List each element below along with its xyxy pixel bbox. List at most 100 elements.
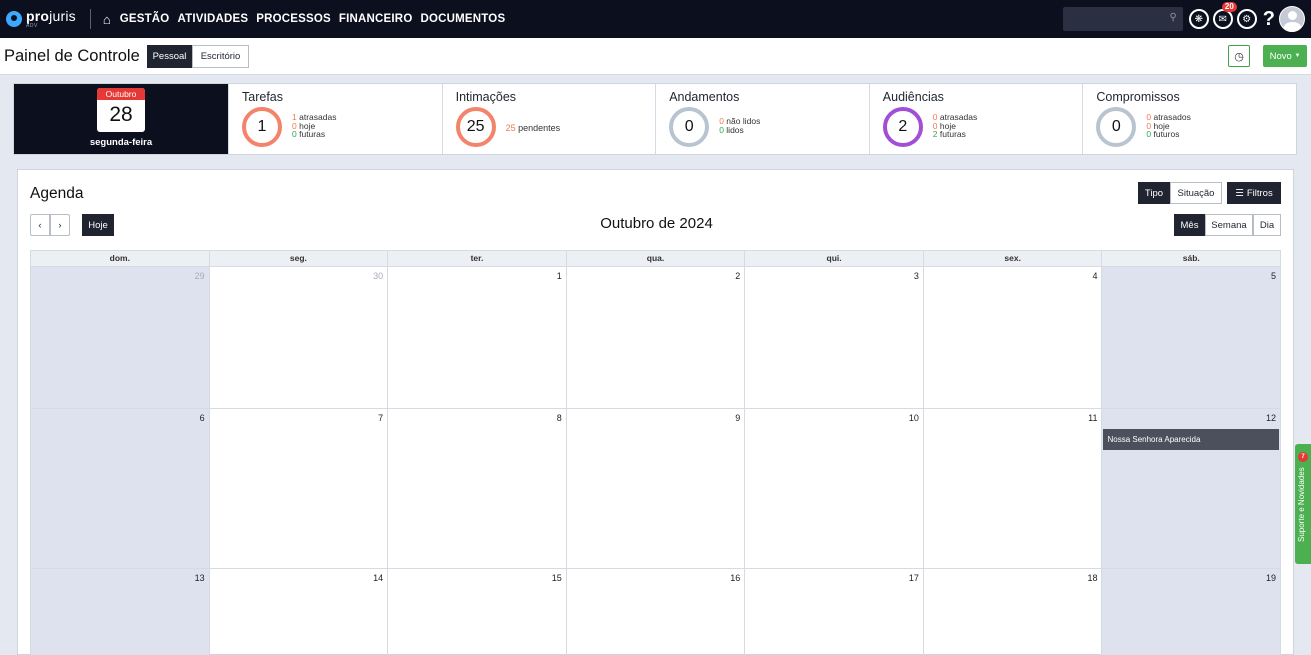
search-icon: ⚲ bbox=[1169, 12, 1177, 23]
settings-button[interactable]: ⚙ bbox=[1236, 9, 1257, 29]
home-icon[interactable]: ⌂ bbox=[103, 12, 111, 27]
day-number: 13 bbox=[194, 573, 205, 583]
nav-documentos[interactable]: DOCUMENTOS bbox=[420, 13, 505, 25]
calendar-month-title: Outubro de 2024 bbox=[600, 215, 713, 232]
day-number: 14 bbox=[373, 573, 384, 583]
stat-ring: 0 bbox=[1096, 107, 1137, 147]
filter-tipo-button[interactable]: Tipo bbox=[1138, 182, 1170, 204]
filtros-button[interactable]: ☰ Filtros bbox=[1227, 182, 1281, 204]
nav-financeiro[interactable]: FINANCEIRO bbox=[339, 13, 413, 25]
agenda-panel: Agenda Tipo Situação ☰ Filtros ‹ › Hoje O… bbox=[17, 169, 1294, 655]
summary-strip: Outubro 28 segunda-feira Tarefas 1 1 atr… bbox=[13, 83, 1297, 155]
clock-icon: ◷ bbox=[1234, 50, 1244, 63]
weekday-header: sáb. bbox=[1101, 251, 1280, 266]
calendar-day-cell[interactable]: 19 bbox=[1102, 569, 1282, 655]
calendar-day-cell[interactable]: 1 bbox=[388, 267, 567, 409]
brand-subtitle: ADV bbox=[26, 23, 38, 29]
global-search-input[interactable]: ⚲ bbox=[1062, 7, 1183, 31]
help-icon[interactable]: ? bbox=[1263, 8, 1275, 31]
day-number: 9 bbox=[735, 413, 741, 423]
filter-situacao-button[interactable]: Situação bbox=[1170, 182, 1222, 204]
notification-badge: 20 bbox=[1221, 2, 1237, 12]
stat-ring: 1 bbox=[242, 107, 282, 147]
calendar-day-cell[interactable]: 15 bbox=[388, 569, 567, 655]
calendar-week-row: 29 30 1 2 3 4 5 bbox=[30, 267, 1282, 409]
date-day: 28 bbox=[109, 103, 133, 126]
calendar-day-cell[interactable]: 3 bbox=[745, 267, 924, 409]
apps-button[interactable]: ❋ bbox=[1188, 9, 1209, 29]
history-button[interactable]: ◷ bbox=[1228, 45, 1250, 67]
calendar-day-cell[interactable]: 29 bbox=[31, 267, 210, 409]
calendar-week-row: 6 7 8 9 10 11 12 Nossa Senhora Aparecida bbox=[30, 409, 1282, 569]
weekday-header: dom. bbox=[109, 253, 130, 263]
day-number: 2 bbox=[735, 271, 741, 281]
weekday-header: qui. bbox=[744, 251, 923, 266]
calendar-day-cell[interactable]: 4 bbox=[923, 267, 1103, 409]
weekday-header: seg. bbox=[208, 251, 388, 266]
brand-name: projuris bbox=[26, 8, 76, 24]
tab-escritorio[interactable]: Escritório bbox=[192, 45, 249, 68]
day-number: 5 bbox=[1271, 271, 1277, 281]
calendar-day-cell[interactable]: 17 bbox=[745, 569, 924, 655]
nav-atividades[interactable]: ATIVIDADES bbox=[177, 13, 248, 25]
calendar-day-cell[interactable]: 12 Nossa Senhora Aparecida bbox=[1102, 409, 1282, 569]
stat-ring: 2 bbox=[882, 107, 923, 147]
top-navbar: projuris ADV ⌂ GESTÃO ATIVIDADES PROCESS… bbox=[0, 0, 1311, 38]
grid-icon: ❋ bbox=[1194, 13, 1203, 25]
stat-title: Audiências bbox=[882, 90, 944, 104]
agenda-title: Agenda bbox=[30, 185, 84, 202]
calendar-day-cell[interactable]: 2 bbox=[566, 267, 746, 409]
stat-tarefas[interactable]: Tarefas 1 1 atrasadas 0 hoje 0 futuras bbox=[228, 84, 442, 154]
view-month-button[interactable]: Mês bbox=[1174, 214, 1205, 236]
day-number: 19 bbox=[1266, 573, 1277, 583]
messages-button[interactable]: ✉ 20 bbox=[1212, 2, 1237, 29]
day-number: 12 bbox=[1266, 413, 1277, 423]
nav-processos[interactable]: PROCESSOS bbox=[256, 13, 331, 25]
calendar-day-cell[interactable]: 13 bbox=[31, 569, 210, 655]
day-number: 10 bbox=[908, 413, 919, 423]
day-number: 4 bbox=[1092, 271, 1098, 281]
day-number: 29 bbox=[194, 271, 205, 281]
weekday-header: qua. bbox=[565, 251, 745, 266]
calendar-day-cell[interactable]: 7 bbox=[209, 409, 389, 569]
calendar-day-cell[interactable]: 8 bbox=[388, 409, 567, 569]
projuris-logo[interactable]: projuris ADV bbox=[6, 9, 76, 29]
stat-andamentos[interactable]: Andamentos 0 0 não lidos 0 lidos bbox=[655, 84, 869, 154]
calendar-day-cell[interactable]: 11 bbox=[923, 409, 1103, 569]
today-date-card: Outubro 28 segunda-feira bbox=[14, 84, 228, 154]
calendar-icon: Outubro 28 bbox=[97, 88, 145, 132]
nav-gestao[interactable]: GESTÃO bbox=[120, 13, 170, 25]
tab-pessoal[interactable]: Pessoal bbox=[147, 45, 192, 68]
stat-intimacoes[interactable]: Intimações 25 25 pendentes bbox=[441, 84, 656, 154]
stat-audiencias[interactable]: Audiências 2 0 atrasadas 0 hoje 2 futura… bbox=[868, 84, 1083, 154]
support-badge: 7 bbox=[1298, 452, 1308, 462]
stat-title: Intimações bbox=[455, 90, 517, 104]
day-number: 11 bbox=[1088, 413, 1098, 423]
nav-divider bbox=[89, 9, 91, 29]
stat-compromissos[interactable]: Compromissos 0 0 atrasados 0 hoje 0 futu… bbox=[1082, 84, 1296, 154]
calendar-day-cell[interactable]: 10 bbox=[745, 409, 924, 569]
day-number: 30 bbox=[373, 271, 384, 281]
page-header: Painel de Controle Pessoal Escritório ◷ … bbox=[0, 38, 1311, 75]
weekday-header-row: dom. seg. ter. qua. qui. sex. sáb. bbox=[30, 250, 1281, 267]
calendar-event[interactable]: Nossa Senhora Aparecida bbox=[1103, 429, 1280, 450]
user-avatar[interactable] bbox=[1279, 6, 1305, 32]
calendar-day-cell[interactable]: 9 bbox=[566, 409, 746, 569]
calendar-day-cell[interactable]: 16 bbox=[567, 569, 746, 655]
novo-button[interactable]: Novo ▼ bbox=[1263, 45, 1307, 67]
month-calendar: dom. seg. ter. qua. qui. sex. sáb. 29 30… bbox=[30, 250, 1282, 655]
logo-icon bbox=[6, 11, 22, 27]
calendar-day-cell[interactable]: 14 bbox=[210, 569, 389, 655]
sliders-icon: ☰ bbox=[1235, 187, 1244, 199]
support-news-tab[interactable]: Suporte e Novidades 7 bbox=[1295, 444, 1311, 564]
calendar-day-cell[interactable]: 30 bbox=[209, 267, 389, 409]
day-number: 6 bbox=[199, 413, 205, 423]
calendar-day-cell[interactable]: 5 bbox=[1102, 267, 1282, 409]
weekday-header: sex. bbox=[922, 251, 1102, 266]
view-day-button[interactable]: Dia bbox=[1253, 214, 1281, 236]
day-number: 7 bbox=[378, 413, 384, 423]
calendar-day-cell[interactable]: 18 bbox=[924, 569, 1103, 655]
calendar-day-cell[interactable]: 6 bbox=[31, 409, 210, 569]
stat-title: Compromissos bbox=[1096, 90, 1180, 104]
view-week-button[interactable]: Semana bbox=[1205, 214, 1253, 236]
